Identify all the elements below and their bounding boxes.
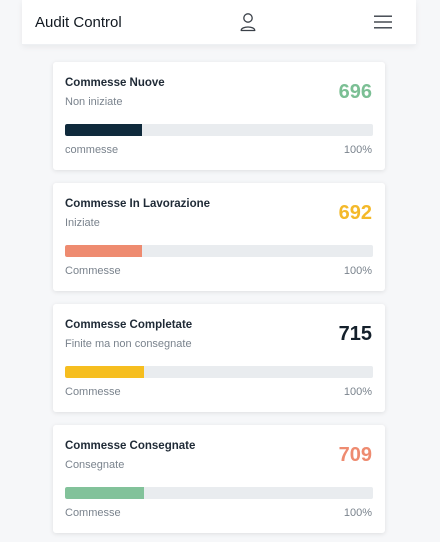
stat-card-consegnate[interactable]: Commesse Consegnate Consegnate 709 Comme… xyxy=(53,425,385,533)
card-subtitle: Iniziate xyxy=(65,217,100,229)
card-title: Commesse In Lavorazione xyxy=(65,198,211,210)
card-value: 692 xyxy=(338,202,372,224)
card-value: 709 xyxy=(338,444,372,466)
card-subtitle: Consegnate xyxy=(65,459,125,471)
progress-track xyxy=(65,366,373,378)
app-header: Audit Control xyxy=(22,0,416,45)
card-title: Commesse Completate xyxy=(65,319,193,331)
page: Audit Control Commesse Nuove Non iniziat… xyxy=(0,0,440,542)
hamburger-menu-icon xyxy=(374,15,392,29)
progress-fill xyxy=(65,245,142,257)
card-unit-label: Commesse xyxy=(65,265,121,277)
progress-track xyxy=(65,487,373,499)
card-subtitle: Non iniziate xyxy=(65,96,123,108)
card-percent: 100% xyxy=(343,265,372,277)
card-title: Commesse Consegnate xyxy=(65,440,196,452)
progress-track xyxy=(65,124,373,136)
user-icon xyxy=(240,13,256,32)
stat-card-lavorazione[interactable]: Commesse In Lavorazione Iniziate 692 Com… xyxy=(53,183,385,291)
card-percent: 100% xyxy=(343,386,372,398)
card-unit-label: commesse xyxy=(65,144,119,156)
app-title: Audit Control xyxy=(35,14,122,31)
card-title: Commesse Nuove xyxy=(65,77,165,89)
card-percent: 100% xyxy=(343,507,372,519)
progress-track xyxy=(65,245,373,257)
stat-card-nuove[interactable]: Commesse Nuove Non iniziate 696 commesse… xyxy=(53,62,385,170)
stat-card-completate[interactable]: Commesse Completate Finite ma non conseg… xyxy=(53,304,385,412)
progress-fill xyxy=(65,366,144,378)
card-unit-label: Commesse xyxy=(65,386,121,398)
progress-fill xyxy=(65,487,144,499)
card-value: 696 xyxy=(338,81,372,103)
card-unit-label: Commesse xyxy=(65,507,121,519)
card-percent: 100% xyxy=(343,144,372,156)
card-subtitle: Finite ma non consegnate xyxy=(65,338,192,350)
card-value: 715 xyxy=(338,323,372,345)
progress-fill xyxy=(65,124,142,136)
user-button[interactable] xyxy=(239,12,257,32)
stats-cards: Commesse Nuove Non iniziate 696 commesse… xyxy=(53,62,385,542)
menu-button[interactable] xyxy=(373,14,393,30)
